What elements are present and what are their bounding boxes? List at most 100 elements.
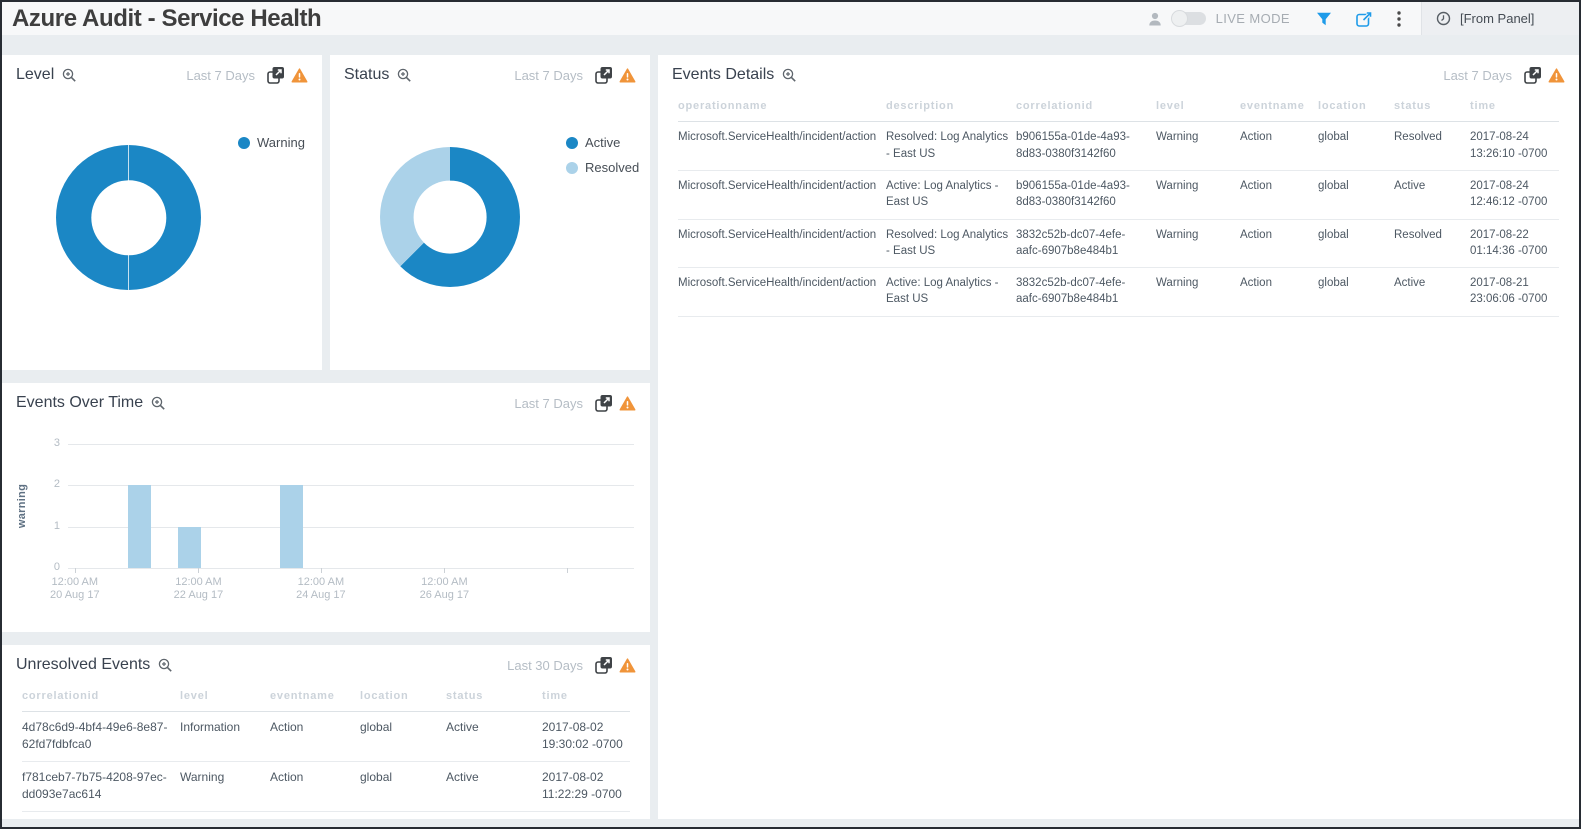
warning-icon[interactable] [619,67,636,83]
clock-icon [1436,11,1451,26]
table-cell: global [360,770,393,785]
live-mode-toggle[interactable] [1170,10,1206,27]
table-cell: Microsoft.ServiceHealth/incident/action [678,131,877,144]
table-cell: Warning [180,770,225,785]
table-cell: 2017-08-24 13:26:10 -0700 [1470,131,1548,160]
table-cell: Active: Log Analytics - East US [886,179,999,209]
open-in-search-icon[interactable] [267,66,285,84]
table-cell: Action [1240,179,1272,192]
table-cell: Warning [1156,228,1199,241]
table-cell: Active [446,770,479,785]
time-range-selector[interactable]: [From Panel] [1421,2,1579,35]
legend-color-dot [238,136,250,149]
legend-color-dot [566,136,578,149]
more-options-icon[interactable] [1397,10,1401,27]
level-donut-chart[interactable] [56,145,201,290]
y-tick-label: 1 [53,519,60,532]
bar[interactable] [127,485,151,568]
zoom-in-icon[interactable] [782,68,797,83]
table-cell: Resolved [1394,228,1442,241]
legend-item[interactable]: Resolved [566,160,639,175]
panel-events-details-header: Events Details Last 7 Days [658,55,1579,84]
status-donut-chart[interactable] [380,147,520,287]
x-tick-mark [74,568,76,573]
x-tick-label: 12:00 AM 22 Aug 17 [173,576,224,601]
table-cell: Action [270,720,304,735]
open-in-search-icon[interactable] [1524,66,1542,84]
table-cell: 3832c52b-dc07-4efe-aafc-6907b8e484b1 [1016,277,1126,306]
table-cell: Active [446,720,479,735]
bar[interactable] [178,526,202,568]
dashboard-window: Azure Audit - Service Health LIVE MODE [… [0,0,1581,829]
table-cell: Resolved: Log Analytics - East US [886,131,1009,160]
table-cell: Microsoft.ServiceHealth/incident/action [678,179,877,192]
warning-icon[interactable] [619,657,636,673]
user-icon [1147,11,1163,27]
column-header: status [446,690,484,702]
table-cell: 2017-08-21 23:06:06 -0700 [1470,277,1548,306]
table-cell: 2017-08-02 19:30:02 -0700 [542,720,623,752]
zoom-in-icon[interactable] [158,658,173,673]
table-cell: global [1318,179,1349,192]
column-header: description [886,100,955,112]
warning-icon[interactable] [291,67,308,83]
panel-events-over-time-header: Events Over Time Last 7 Days [2,383,650,412]
bar[interactable] [279,485,303,568]
table-cell: Warning [1156,277,1199,290]
panel-title: Events Over Time [16,394,144,411]
legend-item[interactable]: Warning [238,135,305,150]
column-header: eventname [1240,100,1305,112]
table-cell: Active: Log Analytics - East US [886,277,999,306]
panel-unresolved-events-header: Unresolved Events Last 30 Days [2,645,650,674]
legend-item[interactable]: Active [566,135,639,150]
x-tick-mark [198,568,200,573]
table-cell: global [1318,277,1349,290]
table-row[interactable]: f781ceb7-7b75-4208-97ec-dd093e7ac614 Warn… [22,762,630,813]
panel-title: Events Details [672,66,775,83]
legend-label: Resolved [585,160,640,175]
zoom-in-icon[interactable] [62,68,77,83]
column-header: correlationid [22,690,100,702]
table-row[interactable]: Microsoft.ServiceHealth/incident/action A… [678,268,1559,317]
table-cell: Resolved: Log Analytics - East US [886,228,1009,257]
legend-color-dot [566,161,578,174]
open-in-search-icon[interactable] [595,66,613,84]
column-header: location [1318,100,1367,112]
table-cell: Active [1394,179,1426,192]
share-icon[interactable] [1356,10,1373,27]
x-tick-label: 12:00 AM 20 Aug 17 [50,576,100,601]
table-row[interactable]: Microsoft.ServiceHealth/incident/action R… [678,122,1559,171]
table-row[interactable]: Microsoft.ServiceHealth/incident/action A… [678,171,1559,220]
events-over-time-chart[interactable]: warning 0 1 2 3 12:00 AM 20 Aug 17 12:00 AM 22 … [2,412,650,612]
column-header: level [180,690,209,702]
dashboard-header: Azure Audit - Service Health LIVE MODE [… [2,2,1579,35]
legend-label: Warning [257,135,305,150]
header-controls: LIVE MODE [From Panel] [1147,2,1579,35]
column-header: time [1470,100,1496,112]
column-header: status [1394,100,1432,112]
table-row[interactable]: 4d78c6d9-4bf4-49e6-8e87-62fd7fdbfca0 Info… [22,712,630,763]
zoom-in-icon[interactable] [397,68,412,83]
table-header-row: correlationid level eventname location statu… [22,686,630,713]
zoom-in-icon[interactable] [151,396,166,411]
column-header: operationname [678,100,768,112]
table-cell: global [1318,228,1349,241]
open-in-search-icon[interactable] [595,656,613,674]
table-cell: f781ceb7-7b75-4208-97ec-dd093e7ac614 [22,770,167,802]
table-row[interactable]: Microsoft.ServiceHealth/incident/action R… [678,220,1559,269]
y-tick-label: 3 [53,437,60,449]
open-in-search-icon[interactable] [595,394,613,412]
column-header: time [542,690,568,702]
column-header: correlationid [1016,100,1094,112]
filter-icon[interactable] [1316,12,1332,26]
table-cell: Action [1240,277,1272,290]
level-legend: Warning [238,135,305,150]
panel-time-range: Last 7 Days [186,67,255,83]
table-cell: 2017-08-22 01:14:36 -0700 [1470,228,1548,257]
panel-events-over-time: Events Over Time Last 7 Days warning 012… [2,383,650,632]
warning-icon[interactable] [619,395,636,411]
x-tick-mark [566,568,568,573]
warning-icon[interactable] [1548,67,1565,83]
table-cell: 2017-08-24 12:46:12 -0700 [1470,179,1548,209]
table-cell: Information [180,720,241,735]
